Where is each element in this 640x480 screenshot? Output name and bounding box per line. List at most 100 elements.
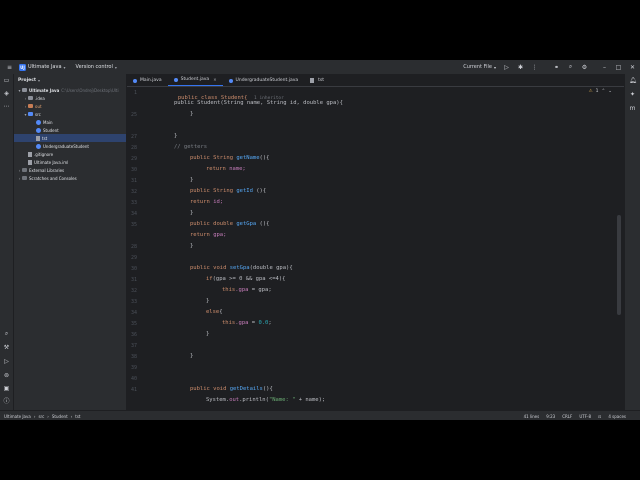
- maven-icon[interactable]: m: [629, 105, 636, 112]
- code-token: (gpa >= 0 && gpa <=4){: [212, 276, 286, 282]
- breadcrumb-item[interactable]: Student: [52, 414, 68, 419]
- more-icon[interactable]: ⋮: [531, 64, 538, 71]
- services-icon[interactable]: ⊚: [3, 372, 10, 379]
- problems-icon[interactable]: ⓘ: [3, 398, 10, 405]
- commit-icon[interactable]: ◈: [3, 90, 10, 97]
- build-icon[interactable]: ⚒: [3, 344, 10, 351]
- minimize-icon[interactable]: –: [601, 64, 608, 71]
- code-token: public void: [190, 386, 227, 392]
- tree-item-gitignore[interactable]: .gitignore: [14, 150, 126, 158]
- chevron-right-icon: ›: [33, 413, 36, 419]
- code-token: public double: [190, 221, 234, 227]
- code-with-me-icon[interactable]: ⚭: [553, 64, 560, 71]
- code-line: }: [158, 210, 193, 216]
- close-icon[interactable]: ✕: [213, 77, 216, 82]
- code-comment: // getters: [174, 144, 208, 150]
- line-number: 33: [130, 298, 137, 305]
- tree-item-external-libraries[interactable]: › External Libraries: [14, 166, 126, 174]
- titlebar-actions: Current File ▾ ▷ ✱ ⋮ ⚭ ⌕ ⚙ – □ ✕: [463, 60, 636, 74]
- folder-icon[interactable]: ▭: [3, 77, 10, 84]
- chevron-up-icon[interactable]: ⌃: [601, 89, 605, 94]
- code-token: this: [222, 287, 236, 293]
- breadcrumb-item[interactable]: Ultimate Java: [4, 414, 31, 419]
- code-token: public void: [190, 265, 227, 271]
- line-number: 31: [130, 177, 137, 184]
- tree-item-main[interactable]: Main: [14, 118, 126, 126]
- run-config-selector[interactable]: Current File ▾: [463, 64, 496, 70]
- tree-item-iml[interactable]: Ultimate Java.iml: [14, 158, 126, 166]
- file-icon: [28, 159, 32, 165]
- code-token: System.: [206, 397, 230, 403]
- project-name: Ultimate Java: [28, 64, 62, 70]
- tree-item-idea[interactable]: › .idea: [14, 94, 126, 102]
- line-number: 30: [130, 166, 137, 173]
- structure-icon[interactable]: ⋯: [3, 103, 10, 110]
- run-icon[interactable]: ▷: [503, 64, 510, 71]
- code-token: }: [190, 210, 194, 216]
- lock-icon[interactable]: ⊡: [598, 414, 601, 419]
- indent-setting[interactable]: 4 spaces: [608, 414, 626, 419]
- inspection-widget[interactable]: ⚠ 1 ⌃ ⌄: [589, 89, 612, 94]
- code-line: return id;: [158, 199, 223, 205]
- class-icon: [36, 127, 41, 133]
- breadcrumb-item[interactable]: src: [38, 414, 44, 419]
- code-token: }: [190, 111, 194, 117]
- tree-item-root[interactable]: ▾ Ultimate Java C:\Users\Ondrej\Desktop\…: [14, 86, 126, 94]
- tab-main-java[interactable]: Main.java: [127, 75, 168, 86]
- debug-icon[interactable]: ✱: [517, 64, 524, 71]
- tree-item-src[interactable]: ▾ src: [14, 110, 126, 118]
- tab-tst[interactable]: tst: [304, 75, 330, 86]
- search-icon[interactable]: ⌕: [3, 330, 10, 337]
- code-token: (){: [259, 221, 270, 227]
- file-icon: [28, 151, 32, 157]
- tree-item-tst[interactable]: tst: [14, 134, 126, 142]
- breadcrumb: Ultimate Java › src › Student › tst: [0, 414, 80, 419]
- code-line: public Student(String name, String id, d…: [158, 100, 343, 106]
- code-line: System.out.println("Name: " + name);: [158, 397, 325, 403]
- file-icon: [36, 135, 40, 141]
- project-panel-header[interactable]: Project ▾: [14, 74, 126, 86]
- caret-position[interactable]: 9:23: [546, 414, 555, 419]
- tree-item-out[interactable]: › out: [14, 102, 126, 110]
- project-selector[interactable]: UJ Ultimate Java ▾: [19, 63, 66, 71]
- status-widgets: 41 lines 9:23 CRLF UTF-8 ⊡ 4 spaces: [524, 414, 626, 419]
- file-icon: [310, 78, 315, 83]
- tab-student-java[interactable]: Student.java ✕: [167, 74, 223, 86]
- code-token: getName: [236, 155, 260, 161]
- terminal-icon[interactable]: ▣: [3, 385, 10, 392]
- line-number: 34: [130, 210, 137, 217]
- code-token: public String: [190, 155, 234, 161]
- code-line: }: [158, 133, 177, 139]
- code-editor[interactable]: 1 25 27 28 29 30 31 32 33 34 35 28 29 30 31 32 33 34 35 36 3…: [127, 87, 624, 410]
- run-icon[interactable]: ▷: [3, 358, 10, 365]
- tree-item-scratches[interactable]: › Scratches and Consoles: [14, 174, 126, 182]
- breadcrumb-item[interactable]: tst: [75, 414, 80, 419]
- code-line: }: [158, 177, 193, 183]
- line-separator[interactable]: CRLF: [562, 414, 572, 419]
- code-token: getId: [236, 188, 253, 194]
- gear-icon[interactable]: ⚙: [581, 64, 588, 71]
- tree-item-undergraduate[interactable]: UndergraduateStudent: [14, 142, 126, 150]
- tree-item-label: Main: [43, 119, 53, 125]
- ai-assistant-icon[interactable]: ✦: [629, 91, 636, 98]
- tab-undergraduate-java[interactable]: UndergraduateStudent.java: [223, 75, 305, 86]
- close-icon[interactable]: ✕: [629, 64, 636, 71]
- line-count[interactable]: 41 lines: [524, 414, 540, 419]
- main-menu-button[interactable]: ≡: [6, 64, 13, 71]
- file-encoding[interactable]: UTF-8: [579, 414, 591, 419]
- tree-item-label: out: [35, 103, 42, 109]
- vcs-selector[interactable]: Version control ▾: [76, 64, 117, 70]
- chevron-down-icon[interactable]: ⌄: [608, 89, 612, 94]
- search-icon[interactable]: ⌕: [567, 63, 574, 71]
- code-token: return: [206, 166, 226, 172]
- code-token: .gpa: [235, 320, 249, 326]
- maximize-icon[interactable]: □: [615, 64, 622, 71]
- editor-scrollbar[interactable]: [617, 215, 621, 315]
- right-tool-strip: 🔔︎ ✦ m: [624, 74, 640, 410]
- notifications-icon[interactable]: 🔔︎: [629, 77, 637, 84]
- code-token: }: [190, 243, 194, 249]
- tree-item-label: Scratches and Consoles: [29, 175, 77, 181]
- library-icon: [22, 168, 27, 172]
- tree-item-student[interactable]: Student: [14, 126, 126, 134]
- tree-item-label: Ultimate Java.iml: [34, 159, 69, 165]
